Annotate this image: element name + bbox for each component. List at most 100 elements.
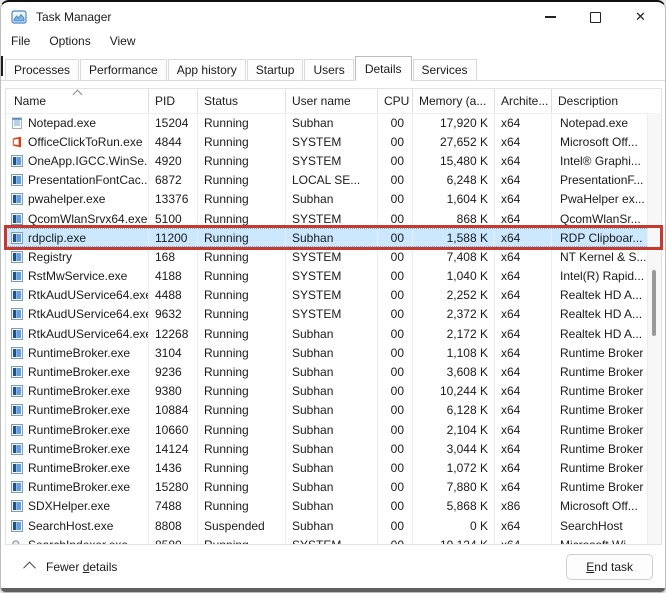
column-header-cpu[interactable]: CPU: [378, 89, 413, 113]
app-window-icon: [11, 481, 23, 494]
menu-item-file[interactable]: File: [11, 34, 30, 50]
cell-memory: 868 K: [413, 208, 495, 229]
table-row[interactable]: SDXHelper.exe 7488 Running Subhan 00 5,868 Kx…: [6, 496, 661, 516]
table-row[interactable]: RuntimeBroker.exe 10884 Running Subhan 00 6,1…: [6, 400, 661, 420]
column-header-pid[interactable]: PID: [149, 89, 198, 113]
close-icon: ✕: [635, 9, 646, 24]
cell-desc: Realtek HD A...: [560, 326, 643, 341]
table-row[interactable]: SearchHost.exe 8808 Suspended Subhan 00 0 Kx6…: [6, 515, 661, 536]
close-button[interactable]: ✕: [618, 2, 663, 32]
cell-memory: 7,408 K: [413, 247, 495, 267]
cell-pid: 9236: [149, 362, 198, 382]
table-row[interactable]: RuntimeBroker.exe 10660 Running Subhan 00 2,1…: [6, 420, 661, 440]
table-row[interactable]: RuntimeBroker.exe 9380 Running Subhan 00 10,2…: [6, 381, 661, 401]
cell-user: SYSTEM: [286, 285, 378, 305]
column-header-user-name[interactable]: User name: [286, 89, 378, 113]
cell-arch: x64: [495, 208, 552, 229]
tab-users[interactable]: Users: [304, 59, 354, 81]
cell-cpu: 00: [378, 477, 413, 497]
fewer-details-toggle[interactable]: Fewer details: [23, 559, 118, 575]
cell-user: SYSTEM: [286, 132, 378, 152]
tab-details[interactable]: Details: [354, 56, 412, 81]
cell-status: Running: [198, 458, 286, 478]
end-task-button[interactable]: End task: [566, 553, 653, 580]
cell-memory: 7,880 K: [413, 477, 495, 497]
cell-memory: 0 K: [413, 515, 495, 536]
table-row[interactable]: pwahelper.exe 13376 Running Subhan 00 1,604 K…: [6, 189, 661, 209]
cell-arch: x64: [495, 362, 552, 382]
app-window-icon: [11, 193, 23, 206]
cell-memory: 2,372 K: [413, 304, 495, 325]
table-row[interactable]: SearchIndexer.exe8580RunningSYSTEM0019,1…: [6, 535, 661, 544]
cell-status: Suspended: [198, 515, 286, 536]
cell-pid: 168: [149, 247, 198, 267]
vertical-scrollbar[interactable]: [647, 113, 661, 544]
cell-pid: 6872: [149, 170, 198, 190]
table-row[interactable]: RuntimeBroker.exe 3104 Running Subhan 00 1,10…: [6, 343, 661, 363]
table-row[interactable]: RtkAudUService64.exe 9632 Running SYSTEM 00 2…: [6, 304, 661, 325]
cell-status: Running: [198, 381, 286, 401]
cell-desc: RDP Clipboar...: [560, 230, 643, 245]
cell-desc: Notepad.exe: [560, 115, 629, 130]
cell-cpu: 00: [378, 515, 413, 536]
column-header-name[interactable]: Name: [6, 89, 149, 113]
column-header-architecture[interactable]: Archite...: [495, 89, 552, 113]
cell-name: RtkAudUService64.exe: [6, 304, 149, 325]
table-row[interactable]: RstMwService.exe 4188 Running SYSTEM 00 1,040…: [6, 266, 661, 286]
cell-arch: x64: [495, 535, 552, 544]
table-row[interactable]: RtkAudUService64.exe 4488 Running SYSTEM 00 2…: [6, 285, 661, 305]
table-row[interactable]: RuntimeBroker.exe 15280 Running Subhan 00 7,8…: [6, 477, 661, 497]
cell-desc: PresentationF...: [560, 173, 644, 188]
menu-item-options[interactable]: Options: [49, 34, 90, 50]
table-row[interactable]: Registry 168 Running SYSTEM 00 7,408 Kx64 NT K…: [6, 247, 661, 267]
app-window-icon: [11, 308, 23, 321]
table-row[interactable]: RtkAudUService64.exe 12268 Running Subhan 00…: [6, 324, 661, 344]
cell-name: RtkAudUService64.exe: [6, 285, 149, 305]
column-header-status[interactable]: Status: [198, 89, 286, 113]
table-row[interactable]: RuntimeBroker.exe 1436 Running Subhan 00 1,07…: [6, 458, 661, 478]
tab-services[interactable]: Services: [412, 59, 477, 81]
cell-cpu: 00: [378, 151, 413, 171]
cell-desc: Realtek HD A...: [560, 288, 643, 303]
cell-name: SearchIndexer.exe: [6, 535, 149, 544]
fewer-details-label: Fewer details: [46, 559, 118, 574]
minimize-button[interactable]: [528, 2, 573, 32]
maximize-button[interactable]: [573, 2, 618, 32]
table-row[interactable]: QcomWlanSrvx64.exe 5100 Running SYSTEM 00 868…: [6, 208, 661, 229]
cell-user: LOCAL SE...: [286, 170, 378, 190]
cell-name: SearchHost.exe: [6, 515, 149, 536]
cell-pid: 4844: [149, 132, 198, 152]
cell-desc: Runtime Broker: [560, 460, 644, 475]
cell-arch: x64: [495, 304, 552, 325]
tab-processes[interactable]: Processes: [5, 59, 80, 81]
table-row[interactable]: RuntimeBroker.exe 14124 Running Subhan 00 3,0…: [6, 439, 661, 459]
table-row[interactable]: OneApp.IGCC.WinSe... 4920 Running SYSTEM 00 1…: [6, 151, 661, 171]
cell-cpu: 00: [378, 324, 413, 344]
table-row[interactable]: PresentationFontCac... 6872 Running LOCAL S…: [6, 170, 661, 190]
table-row[interactable]: OfficeClickToRun.exe 4844 Running SYSTEM 00 2…: [6, 132, 661, 152]
cell-memory: 1,072 K: [413, 458, 495, 478]
cell-user: Subhan: [286, 439, 378, 459]
cell-memory: 1,588 K: [413, 228, 495, 248]
app-window-icon: [11, 174, 23, 187]
tab-performance[interactable]: Performance: [80, 59, 167, 81]
cell-desc: QcomWlanSr...: [560, 211, 641, 226]
cell-arch: x64: [495, 477, 552, 497]
table-row[interactable]: RuntimeBroker.exe 9236 Running Subhan 00 3,60…: [6, 362, 661, 382]
scrollbar-thumb[interactable]: [652, 270, 656, 336]
menu-item-view[interactable]: View: [110, 34, 136, 50]
column-header-description[interactable]: Description: [552, 89, 661, 113]
cell-pid: 12268: [149, 324, 198, 344]
cell-status: Running: [198, 304, 286, 325]
cell-cpu: 00: [378, 381, 413, 401]
cell-memory: 3,044 K: [413, 439, 495, 459]
column-header-memory[interactable]: Memory (a...: [413, 89, 495, 113]
cell-pid: 10660: [149, 420, 198, 440]
tab-startup[interactable]: Startup: [246, 59, 304, 81]
table-row[interactable]: Notepad.exe 15204 Running Subhan 00 17,920 Kx…: [6, 113, 661, 133]
cell-cpu: 00: [378, 343, 413, 363]
table-row[interactable]: rdpclip.exe 11200 Running Subhan 00 1,588 Kx6…: [6, 228, 661, 248]
tab-app-history[interactable]: App history: [167, 59, 246, 81]
cell-arch: x64: [495, 381, 552, 401]
cell-pid: 5100: [149, 208, 198, 229]
